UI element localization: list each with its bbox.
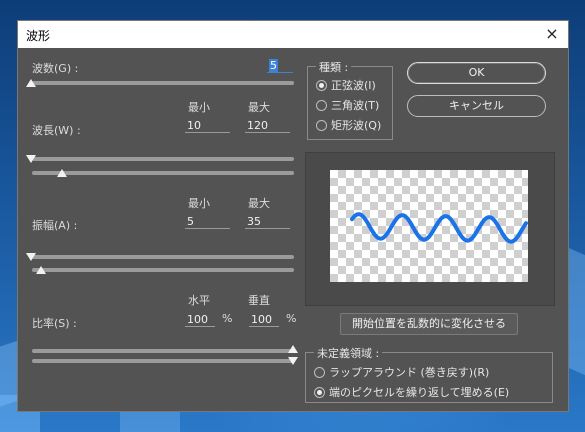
cancel-button[interactable]: キャンセル xyxy=(407,95,546,117)
wave-type-title: 種類 : xyxy=(316,59,352,75)
wavelength-label: 波長(W) : xyxy=(32,124,81,137)
amplitude-max-slider-thumb[interactable] xyxy=(36,266,47,274)
type-square-option[interactable]: 矩形波(Q) xyxy=(316,117,381,133)
wavelength-min-header: 最小 xyxy=(188,101,210,114)
preview-wave xyxy=(350,212,528,244)
scale-horizontal-header: 水平 xyxy=(188,294,210,307)
preview-frame xyxy=(305,152,555,306)
generators-slider-thumb[interactable] xyxy=(26,79,36,87)
wavelength-max-slider-thumb[interactable] xyxy=(57,169,68,177)
radio-unselected-icon xyxy=(316,99,327,111)
randomize-button[interactable]: 開始位置を乱数的に変化させる xyxy=(340,313,518,335)
wave-dialog: 波形 × 波数(G) : 5 最小 最大 波長(W) : 10 120 最小 最… xyxy=(17,20,569,412)
ok-button[interactable]: OK xyxy=(407,62,546,84)
wrap-around-label: ラップアラウンド (巻き戻す)(R) xyxy=(329,366,490,379)
repeat-edge-option[interactable]: 端のピクセルを繰り返して埋める(E) xyxy=(314,384,509,400)
undefined-areas-title: 未定義領域 : xyxy=(314,345,383,361)
type-square-label: 矩形波(Q) xyxy=(331,119,382,132)
radio-unselected-icon xyxy=(314,366,325,378)
generators-label: 波数(G) : xyxy=(32,62,79,75)
amplitude-max-slider-track[interactable] xyxy=(32,268,294,272)
wavelength-max-slider-track[interactable] xyxy=(32,171,294,175)
repeat-edge-label: 端のピクセルを繰り返して埋める(E) xyxy=(329,386,510,399)
undefined-areas-group: 未定義領域 : ラップアラウンド (巻き戻す)(R) 端のピクセルを繰り返して埋… xyxy=(305,345,553,403)
radio-selected-icon xyxy=(316,79,327,91)
amplitude-min-header: 最小 xyxy=(188,197,210,210)
amplitude-min-slider-track[interactable] xyxy=(32,255,294,259)
light-beam xyxy=(120,412,180,432)
dialog-title: 波形 xyxy=(26,29,51,43)
scale-horizontal-input[interactable]: 100 xyxy=(185,312,215,327)
amplitude-max-input[interactable]: 35 xyxy=(245,214,290,229)
wavelength-max-input[interactable]: 120 xyxy=(245,118,290,133)
generators-slider-track[interactable] xyxy=(32,81,294,85)
scale-vertical-slider-track[interactable] xyxy=(32,359,294,363)
wrap-around-option[interactable]: ラップアラウンド (巻き戻す)(R) xyxy=(314,364,489,380)
amplitude-min-slider-thumb[interactable] xyxy=(26,253,36,261)
scale-horizontal-unit: % xyxy=(222,312,233,325)
generators-input[interactable]: 5 xyxy=(267,58,293,73)
generators-value: 5 xyxy=(269,59,278,72)
type-triangle-option[interactable]: 三角波(T) xyxy=(316,97,379,113)
radio-selected-icon xyxy=(314,386,325,398)
type-triangle-label: 三角波(T) xyxy=(331,99,380,112)
wave-type-group: 種類 : 正弦波(I) 三角波(T) 矩形波(Q) xyxy=(307,59,393,140)
wavelength-max-header: 最大 xyxy=(248,101,270,114)
scale-label: 比率(S) : xyxy=(32,317,77,330)
scale-horizontal-slider-track[interactable] xyxy=(32,349,294,353)
amplitude-min-input[interactable]: 5 xyxy=(185,214,230,229)
title-bar: 波形 × xyxy=(18,21,568,48)
close-icon[interactable]: × xyxy=(542,24,562,44)
wave-curve xyxy=(350,212,528,244)
scale-vertical-input[interactable]: 100 xyxy=(249,312,279,327)
scale-horizontal-slider-thumb[interactable] xyxy=(288,345,298,353)
radio-unselected-icon xyxy=(316,119,327,131)
wavelength-min-input[interactable]: 10 xyxy=(185,118,230,133)
wavelength-min-slider-track[interactable] xyxy=(32,157,294,161)
scale-vertical-unit: % xyxy=(286,312,297,325)
preview-canvas xyxy=(330,170,528,282)
type-sine-label: 正弦波(I) xyxy=(331,79,376,92)
wavelength-min-slider-thumb[interactable] xyxy=(26,155,36,163)
type-sine-option[interactable]: 正弦波(I) xyxy=(316,77,376,93)
scale-vertical-slider-thumb[interactable] xyxy=(288,357,298,365)
scale-vertical-header: 垂直 xyxy=(248,294,270,307)
amplitude-max-header: 最大 xyxy=(248,197,270,210)
amplitude-label: 振幅(A) : xyxy=(32,219,78,232)
